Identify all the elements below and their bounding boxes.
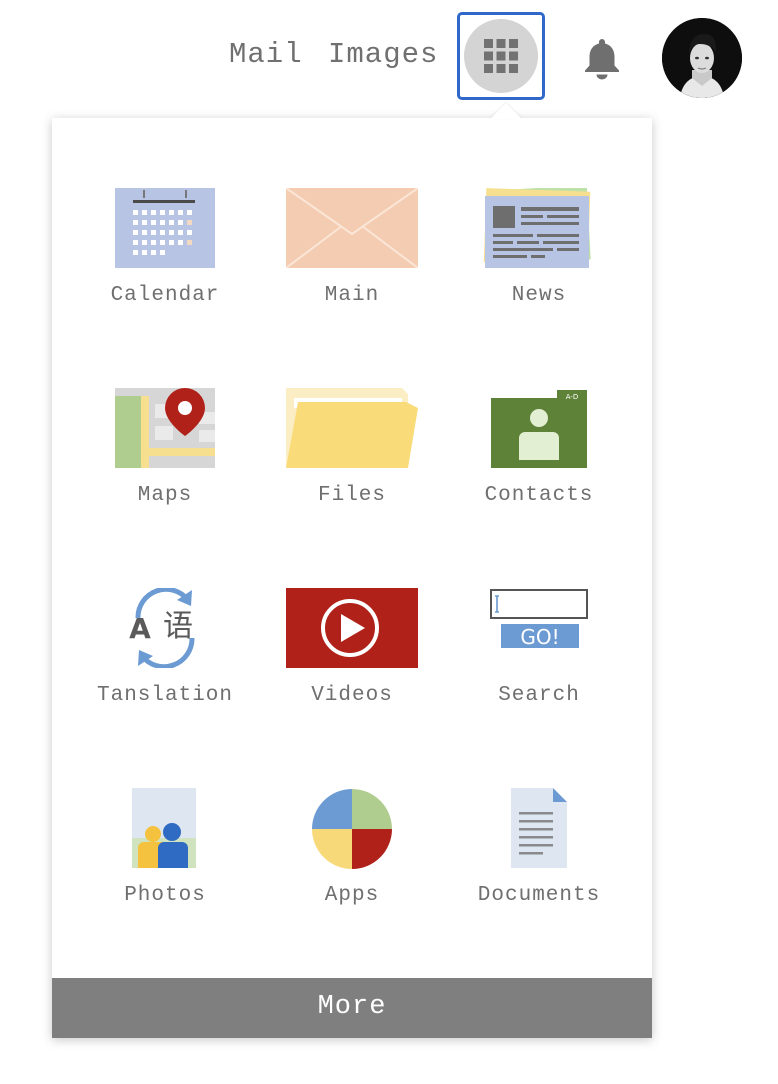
panel-caret xyxy=(490,103,522,119)
grid-icon xyxy=(484,39,518,73)
app-tile-apps[interactable]: Apps xyxy=(257,780,447,940)
mail-envelope-icon xyxy=(285,188,419,272)
calendar-icon xyxy=(98,188,232,272)
app-label: Search xyxy=(498,684,580,707)
app-tile-photos[interactable]: Photos xyxy=(70,780,260,940)
map-pin-icon xyxy=(98,388,232,472)
app-label: Photos xyxy=(124,884,206,907)
play-icon xyxy=(285,588,419,672)
search-go-icon: GO! xyxy=(472,588,606,672)
mail-link[interactable]: Mail xyxy=(229,38,303,71)
folder-icon xyxy=(285,388,419,472)
app-label: Files xyxy=(317,484,386,507)
contacts-tab-label: A-D xyxy=(566,393,579,401)
newspaper-icon xyxy=(472,188,606,272)
app-tile-documents[interactable]: Documents xyxy=(444,780,634,940)
app-tile-main[interactable]: Main xyxy=(257,180,447,340)
app-label: Documents xyxy=(477,884,601,907)
app-tile-translation[interactable]: A 语 Tanslation xyxy=(70,580,260,740)
photos-icon xyxy=(98,788,232,872)
app-tile-contacts[interactable]: A-D Contacts xyxy=(444,380,634,540)
page: Mail Images Calendar Main News Maps File… xyxy=(0,0,778,1084)
app-tile-calendar[interactable]: Calendar xyxy=(70,180,260,340)
translate-latin-glyph: A xyxy=(129,612,151,645)
avatar-photo-icon xyxy=(662,18,742,98)
contacts-icon: A-D xyxy=(472,388,606,472)
bell-icon xyxy=(585,39,619,80)
app-tile-files[interactable]: Files xyxy=(257,380,447,540)
app-label: Videos xyxy=(311,684,393,707)
app-tile-maps[interactable]: Maps xyxy=(70,380,260,540)
top-bar: Mail Images xyxy=(0,0,778,115)
app-label: News xyxy=(511,284,567,307)
app-label: Maps xyxy=(137,484,193,507)
app-label: Calendar xyxy=(110,284,220,307)
app-tile-news[interactable]: News xyxy=(444,180,634,340)
images-link[interactable]: Images xyxy=(328,38,438,71)
translate-icon: A 语 xyxy=(98,588,232,672)
app-tile-search[interactable]: GO! Search xyxy=(444,580,634,740)
app-label: Tanslation xyxy=(96,684,234,707)
notifications-button[interactable] xyxy=(580,36,624,85)
apps-launcher-button[interactable] xyxy=(457,12,545,100)
apps-pie-icon xyxy=(285,788,419,872)
app-label: Apps xyxy=(324,884,380,907)
document-icon xyxy=(472,788,606,872)
app-label: Contacts xyxy=(484,484,594,507)
translate-cjk-glyph: 语 xyxy=(163,609,193,644)
apps-dropdown-panel: Calendar Main News Maps Files A-D Contac… xyxy=(52,118,652,1038)
app-tile-videos[interactable]: Videos xyxy=(257,580,447,740)
user-avatar[interactable] xyxy=(662,18,742,98)
search-go-label: GO! xyxy=(520,625,559,649)
more-button[interactable]: More xyxy=(52,978,652,1038)
app-label: Main xyxy=(324,284,380,307)
